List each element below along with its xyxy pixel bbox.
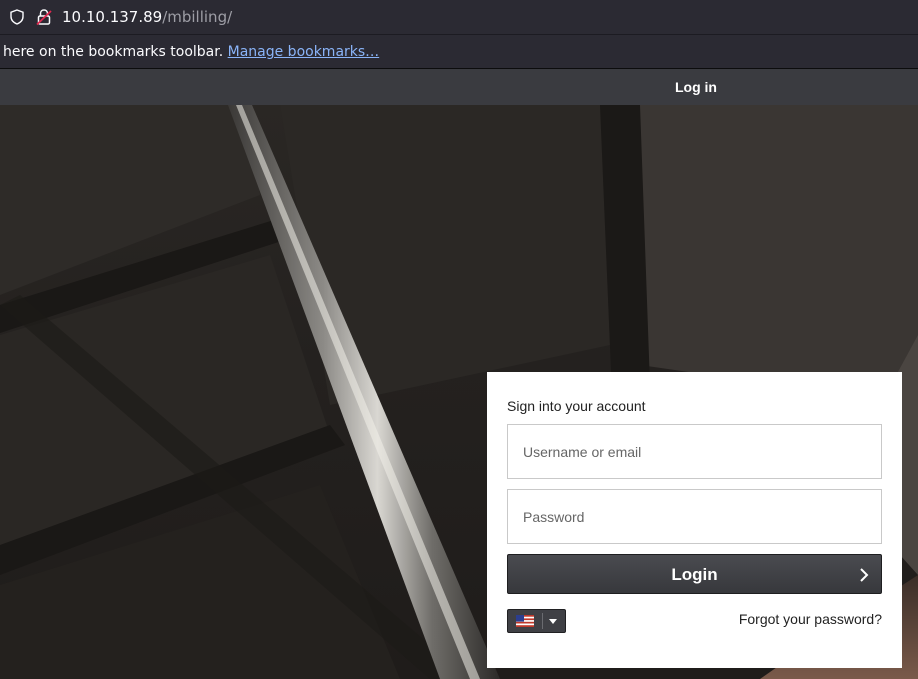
- bookmarks-hint-text: here on the bookmarks toolbar.: [3, 44, 224, 60]
- url-host: 10.10.137.89: [62, 8, 163, 26]
- language-selector-divider: [542, 613, 543, 629]
- login-button-label: Login: [671, 565, 718, 584]
- chevron-right-icon: [860, 568, 869, 582]
- bookmarks-toolbar-message: here on the bookmarks toolbar. Manage bo…: [3, 43, 379, 61]
- login-button[interactable]: Login: [507, 554, 882, 594]
- us-flag-icon: [516, 615, 534, 627]
- password-input[interactable]: [507, 489, 882, 544]
- browser-address-bar[interactable]: 10.10.137.89/mbilling/: [0, 0, 918, 35]
- manage-bookmarks-link[interactable]: Manage bookmarks…: [228, 44, 380, 60]
- bookmarks-toolbar: here on the bookmarks toolbar. Manage bo…: [0, 35, 918, 69]
- shield-icon[interactable]: [9, 9, 25, 25]
- username-input[interactable]: [507, 424, 882, 479]
- site-top-nav: Log in: [0, 69, 918, 105]
- login-panel: Sign into your account Login Forgot your…: [487, 372, 902, 668]
- login-heading: Sign into your account: [507, 398, 646, 414]
- nav-login-link[interactable]: Log in: [675, 78, 717, 96]
- url-path: /mbilling/: [162, 8, 233, 26]
- language-selector[interactable]: [507, 609, 566, 633]
- insecure-lock-icon[interactable]: [36, 8, 52, 26]
- url-text[interactable]: 10.10.137.89/mbilling/: [62, 8, 232, 26]
- forgot-password-link[interactable]: Forgot your password?: [739, 611, 882, 627]
- caret-down-icon: [549, 619, 557, 624]
